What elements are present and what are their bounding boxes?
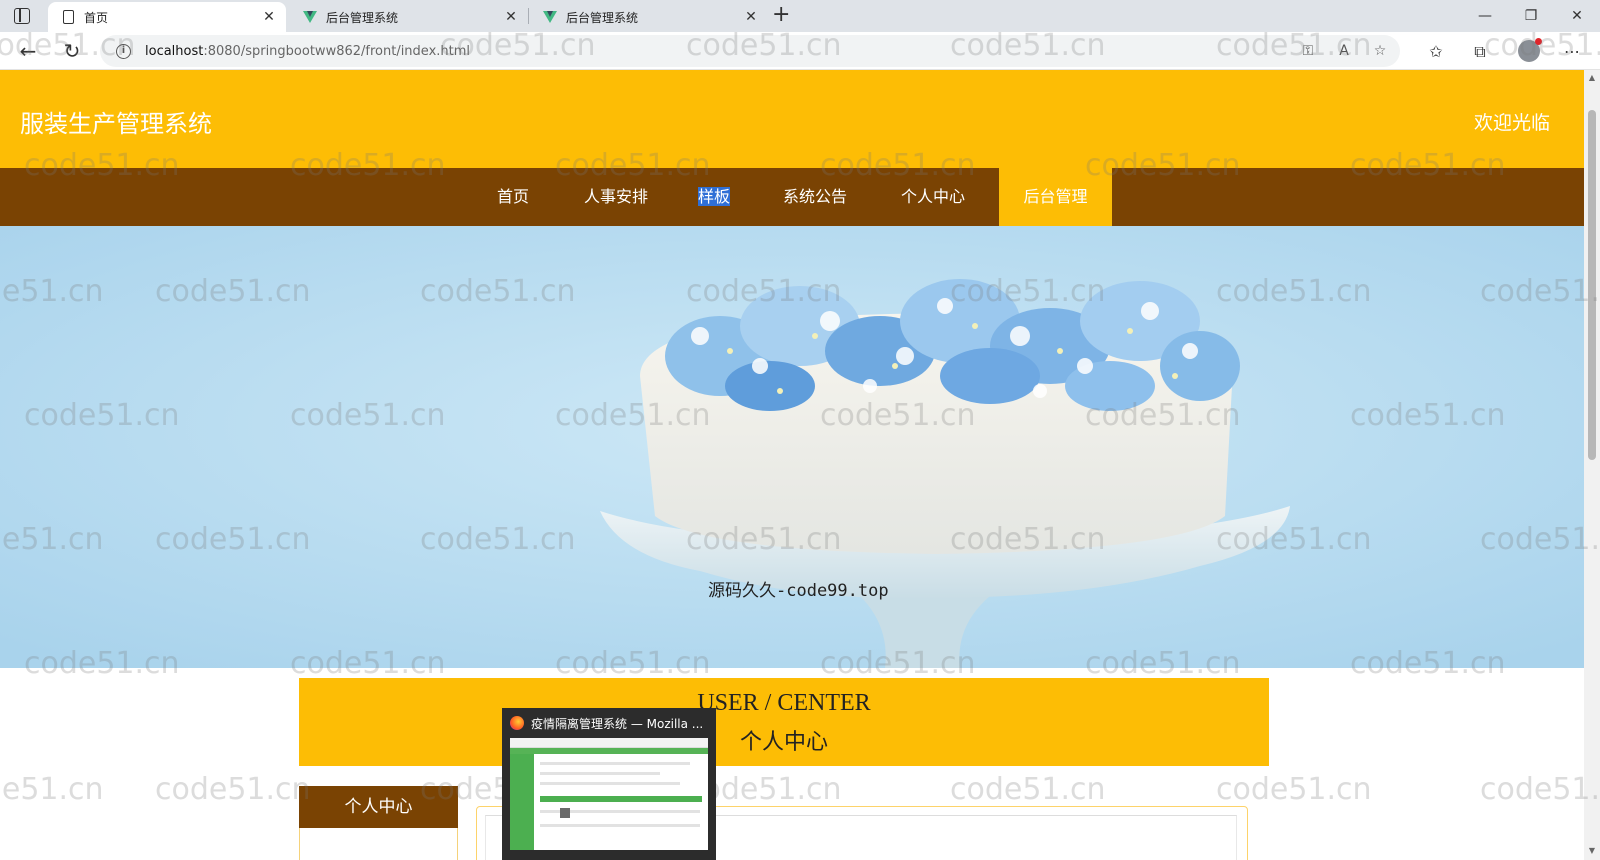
tab-actions-icon[interactable]	[14, 8, 30, 24]
close-tab-icon[interactable]: ✕	[258, 9, 280, 25]
preview-table-header	[540, 796, 702, 802]
browser-toolbar: ← ↻ i localhost:8080/springbootww862/fro…	[0, 32, 1600, 70]
preview-row	[540, 772, 660, 775]
key-icon[interactable]: ⚿	[1300, 43, 1316, 59]
back-arrow-icon[interactable]: ←	[14, 37, 42, 65]
preview-row	[540, 762, 690, 765]
restore-icon[interactable]: ❐	[1508, 4, 1554, 28]
site-title: 服装生产管理系统	[20, 110, 212, 138]
banner-caption: 源码久久-code99.top	[708, 581, 889, 601]
tab-separator	[528, 8, 529, 24]
preview-header	[510, 748, 708, 754]
close-window-icon[interactable]: ✕	[1554, 4, 1600, 28]
vue-logo-icon	[542, 9, 558, 25]
nav-item-sample[interactable]: 样板	[688, 168, 740, 226]
site-info-icon[interactable]: i	[116, 43, 131, 59]
site-header: 服装生产管理系统 欢迎光临	[0, 70, 1584, 168]
web-page: 服装生产管理系统 欢迎光临 首页 人事安排 样板 系统公告 个人中心 后台管理	[0, 70, 1584, 860]
read-aloud-icon[interactable]: A	[1336, 43, 1352, 59]
refresh-icon[interactable]: ↻	[58, 37, 86, 65]
section-header: USER / CENTER 个人中心	[299, 678, 1269, 766]
preview-browser-bar	[510, 738, 708, 748]
preview-window-title: 疫情隔离管理系统 — Mozilla ...	[531, 717, 704, 731]
close-tab-icon[interactable]: ✕	[500, 9, 522, 25]
browser-tab-3[interactable]: 后台管理系统 ✕	[530, 2, 768, 32]
preview-thumbnail[interactable]	[510, 738, 708, 850]
section-title-en: USER / CENTER	[697, 690, 871, 716]
vue-logo-icon	[302, 9, 318, 25]
scroll-up-icon[interactable]: ▲	[1584, 73, 1600, 82]
sidebar-panel	[299, 828, 458, 860]
banner-carousel[interactable]: 源码久久-code99.top	[0, 226, 1584, 668]
profile-avatar[interactable]	[1518, 38, 1542, 62]
nav-item-home[interactable]: 首页	[482, 168, 544, 226]
nav-item-personnel[interactable]: 人事安排	[572, 168, 660, 226]
url-text[interactable]: localhost:8080/springbootww862/front/ind…	[145, 44, 470, 59]
nav-item-personal-center[interactable]: 个人中心	[888, 168, 978, 226]
close-tab-icon[interactable]: ✕	[740, 9, 762, 25]
collections-icon[interactable]: ⧉	[1470, 42, 1490, 62]
preview-row	[540, 782, 680, 785]
firefox-icon	[510, 716, 524, 730]
nav-item-announcements[interactable]: 系统公告	[770, 168, 860, 226]
more-menu-icon[interactable]: ⋯	[1562, 42, 1582, 62]
nav-item-admin[interactable]: 后台管理	[999, 168, 1112, 226]
preview-row	[540, 824, 700, 827]
browser-tab-2[interactable]: 后台管理系统 ✕	[290, 2, 528, 32]
browser-tab-bar: 首页 ✕ 后台管理系统 ✕ 后台管理系统 ✕ + — ❐ ✕	[0, 0, 1600, 32]
main-nav: 首页 人事安排 样板 系统公告 个人中心 后台管理	[0, 168, 1584, 226]
tab-title: 后台管理系统	[566, 10, 639, 25]
add-favorite-icon[interactable]: ☆	[1372, 43, 1388, 59]
nav-item-label: 样板	[697, 187, 730, 206]
tab-title: 后台管理系统	[326, 10, 399, 25]
browser-tab-1[interactable]: 首页 ✕	[48, 2, 286, 32]
welcome-text: 欢迎光临	[1473, 112, 1550, 134]
sidebar-tab-personal-center[interactable]: 个人中心	[299, 786, 458, 828]
section-title-cn: 个人中心	[739, 730, 828, 755]
cake-banner-image	[0, 226, 1584, 668]
preview-image	[560, 808, 570, 818]
preview-sidebar	[510, 754, 534, 850]
page-scrollbar[interactable]: ▲ ▼	[1584, 70, 1600, 860]
scroll-down-icon[interactable]: ▼	[1584, 846, 1600, 855]
minimize-icon[interactable]: —	[1462, 4, 1508, 28]
tab-title: 首页	[84, 10, 109, 25]
scrollbar-thumb[interactable]	[1588, 110, 1596, 460]
new-tab-icon[interactable]: +	[772, 3, 790, 27]
favorites-icon[interactable]: ✩	[1426, 42, 1446, 62]
document-icon	[60, 9, 76, 25]
taskbar-window-preview[interactable]: 疫情隔离管理系统 — Mozilla ...	[502, 708, 716, 860]
address-bar[interactable]: i localhost:8080/springbootww862/front/i…	[100, 35, 1400, 67]
